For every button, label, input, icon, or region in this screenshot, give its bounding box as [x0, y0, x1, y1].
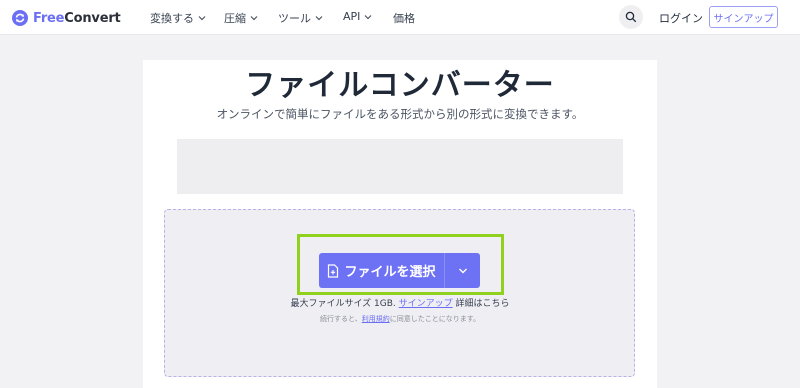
chevron-down-icon: [364, 14, 372, 19]
logo-text: FreeConvert: [33, 10, 121, 26]
login-link[interactable]: ログイン: [659, 10, 703, 26]
nav-convert-label: 変換する: [150, 12, 194, 25]
choose-file-button[interactable]: ファイルを選択: [319, 253, 444, 288]
terms-link[interactable]: 利用規約: [362, 315, 390, 323]
logo-icon: [12, 10, 28, 26]
terms-suffix: に同意したことになります。: [389, 315, 481, 323]
page-subtitle: オンラインで簡単にファイルをある形式から別の形式に変換できます。: [216, 107, 584, 121]
upload-source-dropdown[interactable]: [444, 253, 480, 288]
details-text: 詳細はこちら: [455, 299, 510, 309]
choose-file-label: ファイルを選択: [344, 265, 436, 280]
search-icon: [625, 11, 637, 23]
ad-placeholder: [177, 139, 623, 194]
terms-prefix: 続行すると、: [319, 315, 362, 323]
signup-button[interactable]: サインアップ: [709, 6, 778, 28]
nav-tools[interactable]: ツール: [278, 10, 323, 26]
nav-compress[interactable]: 圧縮: [224, 10, 258, 26]
nav-tools-label: ツール: [278, 12, 311, 25]
logo[interactable]: FreeConvert: [12, 9, 121, 27]
nav-convert[interactable]: 変換する: [150, 10, 206, 26]
chevron-down-icon: [315, 16, 323, 21]
chevron-down-icon: [250, 16, 258, 21]
file-add-icon: [328, 263, 339, 278]
chevron-down-icon: [458, 268, 467, 273]
nav-pricing-label: 価格: [393, 12, 415, 25]
page-title: ファイルコンバーター: [245, 68, 555, 103]
top-header: FreeConvert 変換する 圧縮 ツール API 価格 ログイン サインア…: [0, 0, 800, 35]
search-button[interactable]: [619, 5, 643, 29]
nav-pricing[interactable]: 価格: [393, 10, 415, 26]
nav-api-label: API: [343, 10, 361, 23]
max-size-text: 最大ファイルサイズ 1GB.: [290, 299, 396, 309]
max-size-note: 最大ファイルサイズ 1GB. サインアップ 詳細はこちら: [0, 296, 800, 309]
terms-note: 続行すると、利用規約に同意したことになります。: [0, 314, 800, 324]
nav-compress-label: 圧縮: [224, 12, 246, 25]
chevron-down-icon: [198, 16, 206, 21]
signup-link[interactable]: サインアップ: [399, 299, 453, 309]
nav-api[interactable]: API: [343, 10, 372, 23]
